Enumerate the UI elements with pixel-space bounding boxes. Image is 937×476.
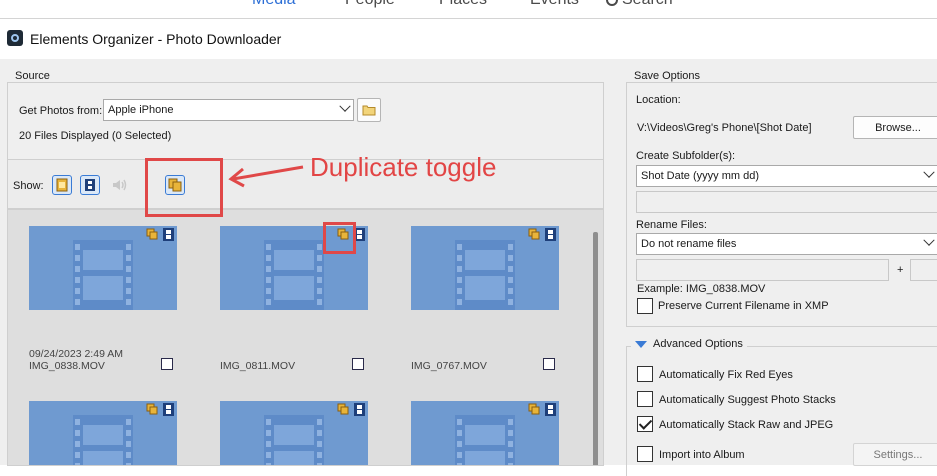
tab-media[interactable]: Media xyxy=(252,0,296,9)
chevron-down-icon xyxy=(923,166,935,178)
window-title: Elements Organizer - Photo Downloader xyxy=(30,31,282,47)
chevron-down-icon xyxy=(923,234,935,246)
chevron-down-icon xyxy=(339,100,351,112)
thumbnail-filename: IMG_0838.MOV xyxy=(29,360,105,372)
title-bar: Elements Organizer - Photo Downloader xyxy=(0,19,937,59)
suggest-stacks-label: Automatically Suggest Photo Stacks xyxy=(659,394,836,406)
source-group xyxy=(7,82,604,160)
duplicate-badge-icon xyxy=(528,403,540,415)
scrollbar[interactable] xyxy=(593,232,598,465)
video-badge-icon xyxy=(353,403,365,416)
save-options-label: Save Options xyxy=(631,70,704,82)
files-status: 20 Files Displayed (0 Selected) xyxy=(19,130,172,142)
duplicate-badge-icon xyxy=(337,403,349,415)
rename-select-value: Do not rename files xyxy=(641,238,737,250)
custom-subfolder-field[interactable] xyxy=(636,191,937,213)
suggest-stacks-checkbox[interactable] xyxy=(637,391,653,407)
preserve-filename-label: Preserve Current Filename in XMP xyxy=(658,300,829,312)
tab-search-label: Search xyxy=(622,0,673,8)
video-badge-icon xyxy=(544,403,556,416)
fix-red-eyes-checkbox[interactable] xyxy=(637,366,653,382)
thumbnail-checkbox[interactable] xyxy=(352,358,364,370)
rename-example: Example: IMG_0838.MOV xyxy=(637,283,766,295)
subfolder-select-value: Shot Date (yyyy mm dd) xyxy=(641,170,759,182)
settings-button[interactable]: Settings... xyxy=(853,443,937,466)
tab-places[interactable]: Places xyxy=(439,0,487,9)
search-icon xyxy=(606,0,618,6)
thumbnail[interactable] xyxy=(29,226,177,310)
duplicate-badge-icon xyxy=(146,228,158,240)
stack-raw-jpeg-checkbox[interactable] xyxy=(637,416,653,432)
show-label: Show: xyxy=(13,180,44,192)
preserve-filename-checkbox[interactable] xyxy=(637,298,653,314)
browse-folder-button[interactable] xyxy=(357,98,381,122)
device-select[interactable]: Apple iPhone xyxy=(103,99,354,121)
thumbnail[interactable] xyxy=(29,401,177,465)
show-videos-toggle[interactable] xyxy=(80,175,100,195)
rename-number-field[interactable] xyxy=(910,259,937,281)
show-photos-toggle[interactable] xyxy=(52,175,72,195)
film-icon xyxy=(85,179,95,191)
advanced-options-label: Advanced Options xyxy=(653,338,743,351)
thumbnail[interactable] xyxy=(220,401,368,465)
subfolder-select[interactable]: Shot Date (yyyy mm dd) xyxy=(636,165,937,187)
browse-button[interactable]: Browse... xyxy=(853,116,937,139)
thumbnail-filename: IMG_0767.MOV xyxy=(411,360,487,372)
duplicate-badge-icon xyxy=(146,403,158,415)
thumbnail-grid: 09/24/2023 2:49 AM IMG_0838.MOV IMG_0811… xyxy=(7,209,604,466)
folder-icon xyxy=(362,105,376,116)
thumbnail[interactable] xyxy=(411,401,559,465)
speaker-icon[interactable] xyxy=(111,177,129,196)
show-filter-bar: Show: xyxy=(7,159,604,209)
collapse-triangle-icon xyxy=(635,340,647,348)
app-icon xyxy=(7,30,23,46)
thumbnail-filename: IMG_0811.MOV xyxy=(220,360,296,372)
subfolder-label: Create Subfolder(s): xyxy=(636,150,736,162)
tab-search[interactable]: Search xyxy=(606,0,673,9)
thumbnail-date: 09/24/2023 2:49 AM xyxy=(29,348,123,360)
annotation-arrow xyxy=(228,165,304,188)
import-album-checkbox[interactable] xyxy=(637,446,653,462)
annotation-highlight-badge xyxy=(323,222,356,254)
tab-events[interactable]: Events xyxy=(530,0,579,9)
thumbnail-checkbox[interactable] xyxy=(161,358,173,370)
rename-label: Rename Files: xyxy=(636,219,707,231)
fix-red-eyes-label: Automatically Fix Red Eyes xyxy=(659,369,793,381)
photo-icon xyxy=(56,178,68,192)
tab-people[interactable]: People xyxy=(345,0,395,9)
duplicate-badge-icon xyxy=(528,228,540,240)
thumbnail-checkbox[interactable] xyxy=(543,358,555,370)
video-badge-icon xyxy=(544,228,556,241)
rename-select[interactable]: Do not rename files xyxy=(636,233,937,255)
thumbnail[interactable] xyxy=(411,226,559,310)
stack-raw-jpeg-label: Automatically Stack Raw and JPEG xyxy=(659,419,834,431)
annotation-label: Duplicate toggle xyxy=(310,152,497,182)
top-nav: Media People Places Events Search xyxy=(0,0,937,18)
location-label: Location: xyxy=(636,94,681,106)
source-group-label: Source xyxy=(12,70,53,82)
advanced-options-header[interactable]: Advanced Options xyxy=(631,338,747,351)
annotation-highlight-toggle xyxy=(145,158,223,217)
get-photos-label: Get Photos from: xyxy=(19,105,103,117)
location-path: V:\Videos\Greg's Phone\[Shot Date] xyxy=(637,122,812,134)
rename-prefix-field[interactable] xyxy=(636,259,889,281)
photo-downloader-window: Elements Organizer - Photo Downloader So… xyxy=(0,18,937,476)
device-select-value: Apple iPhone xyxy=(108,104,174,116)
import-album-label: Import into Album xyxy=(659,449,745,461)
video-badge-icon xyxy=(162,403,174,416)
plus-sign: + xyxy=(897,264,904,276)
video-badge-icon xyxy=(162,228,174,241)
